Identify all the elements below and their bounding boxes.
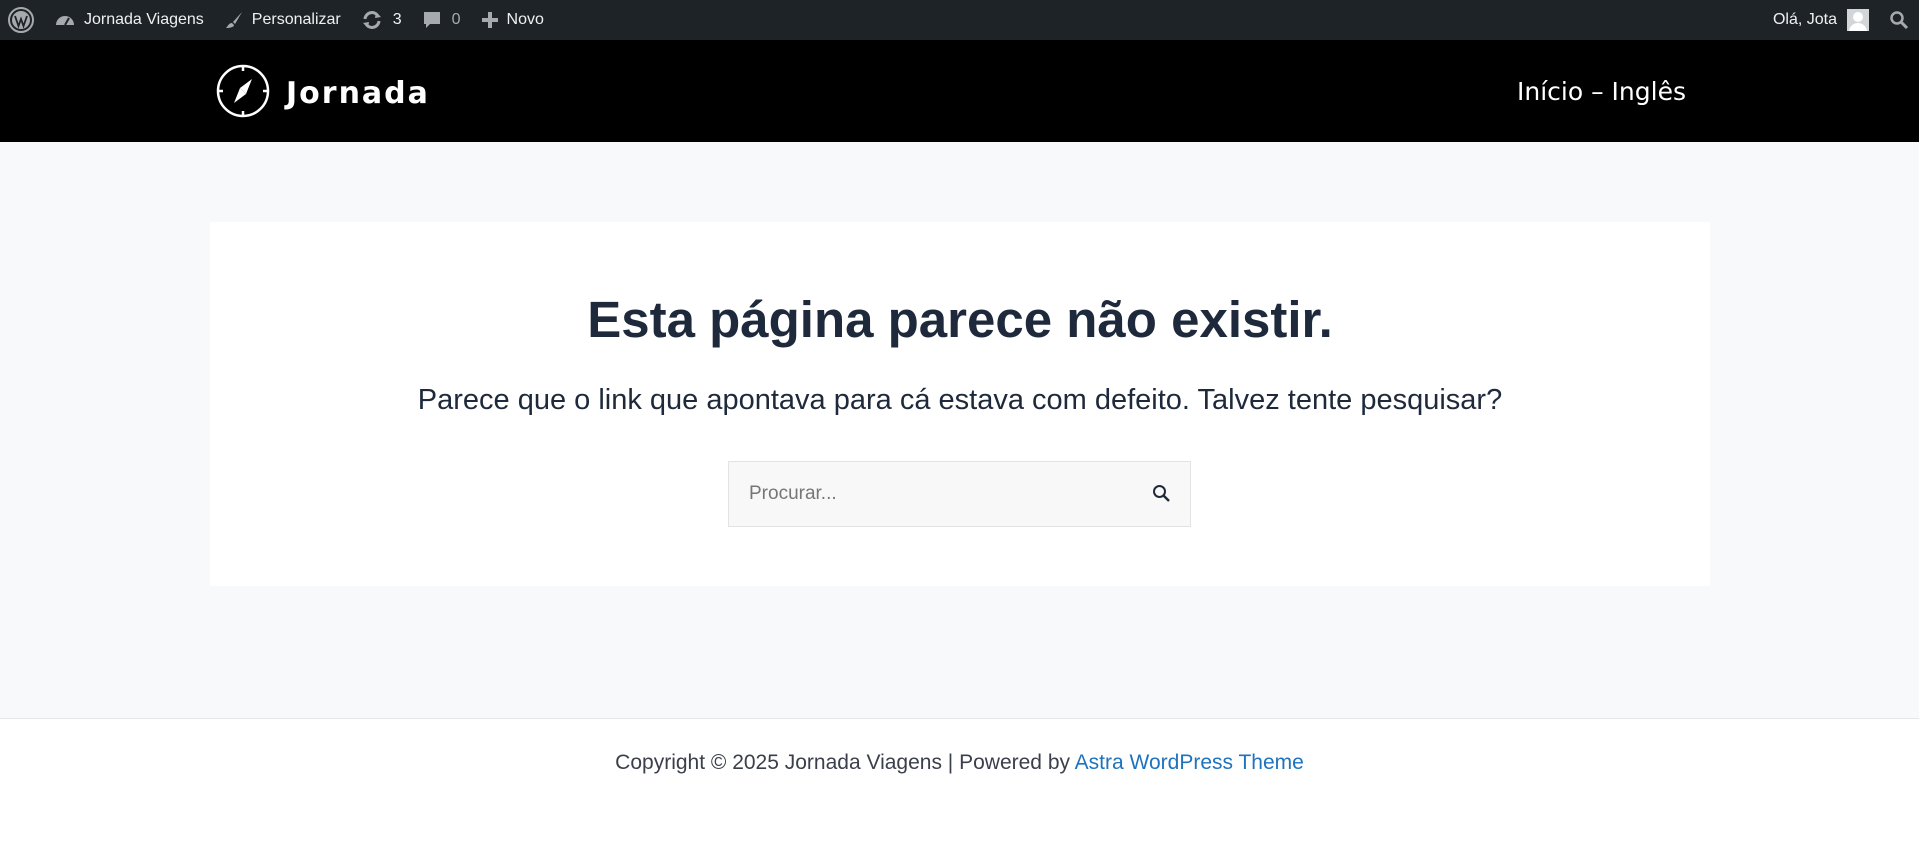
greeting-label: Olá, Jota — [1772, 11, 1837, 28]
site-name-menu[interactable]: Jornada Viagens — [44, 0, 214, 40]
site-header: Jornada Início – Inglês — [0, 40, 1919, 142]
updates-button[interactable]: 3 — [351, 0, 412, 40]
wordpress-menu[interactable] — [0, 0, 44, 40]
site-footer: Copyright © 2025 Jornada Viagens | Power… — [0, 718, 1919, 866]
wordpress-icon — [8, 7, 34, 33]
comment-icon — [422, 10, 442, 30]
new-content-button[interactable]: Novo — [471, 0, 554, 40]
search-submit-button[interactable] — [1150, 482, 1174, 506]
search-icon — [1889, 10, 1909, 30]
search-icon — [1153, 485, 1170, 502]
admin-search-button[interactable] — [1879, 0, 1919, 40]
page-title: Esta página parece não existir. — [587, 291, 1333, 348]
theme-link[interactable]: Astra WordPress Theme — [1075, 751, 1304, 774]
updates-icon — [361, 10, 383, 30]
avatar — [1847, 9, 1869, 31]
error-message: Parece que o link que apontava para cá e… — [417, 384, 1503, 416]
comments-button[interactable]: 0 — [412, 0, 471, 40]
admin-bar: Jornada Viagens Personalizar 3 0 Novo Ol… — [0, 0, 1919, 40]
admin-bar-right: Olá, Jota — [1763, 0, 1919, 40]
footer-copyright: Copyright © 2025 Jornada Viagens | Power… — [0, 751, 1919, 775]
search-input[interactable] — [729, 462, 1129, 526]
compass-icon — [216, 64, 270, 123]
admin-bar-left: Jornada Viagens Personalizar 3 0 Novo — [0, 0, 554, 40]
paintbrush-icon — [224, 10, 244, 30]
plus-icon — [481, 11, 499, 29]
comments-count: 0 — [451, 11, 461, 28]
site-logo[interactable]: Jornada — [216, 64, 430, 123]
site-name-label: Jornada Viagens — [84, 11, 204, 28]
updates-count: 3 — [392, 11, 402, 28]
copyright-text: Copyright © 2025 Jornada Viagens | Power… — [615, 751, 1075, 774]
customize-label: Personalizar — [251, 11, 341, 28]
account-menu[interactable]: Olá, Jota — [1763, 0, 1879, 40]
nav-link-home-english[interactable]: Início – Inglês — [1517, 77, 1686, 106]
logo-text: Jornada — [286, 76, 430, 111]
customize-button[interactable]: Personalizar — [214, 0, 351, 40]
not-found-card: Esta página parece não existir. Parece q… — [210, 222, 1710, 586]
dashboard-icon — [54, 10, 76, 30]
new-label: Novo — [506, 11, 544, 28]
search-form — [728, 461, 1191, 527]
